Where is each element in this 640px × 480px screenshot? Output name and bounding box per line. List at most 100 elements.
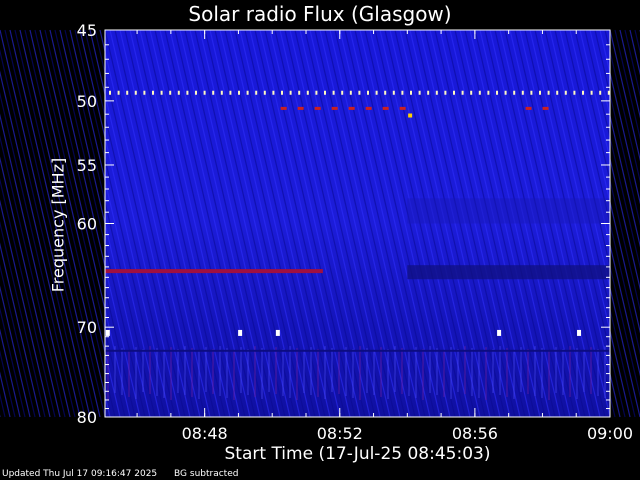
band-segment	[314, 106, 321, 110]
interference-dot	[384, 90, 387, 95]
interference-dot	[547, 90, 550, 95]
interference-dot	[220, 90, 223, 95]
spot-marker	[577, 329, 582, 336]
noise-streak	[24, 29, 116, 418]
interference-dot	[160, 90, 163, 95]
spot-marker	[275, 329, 280, 336]
interference-dot	[427, 90, 430, 95]
interference-dot	[392, 90, 395, 95]
spectrogram-chart: 45505560708008:48 08:52 08:56 09:00	[0, 21, 640, 443]
dim-region	[407, 198, 610, 224]
band-segment	[382, 106, 389, 110]
band-segment	[365, 106, 372, 110]
interference-dot	[315, 90, 318, 95]
interference-dot	[143, 90, 146, 95]
noise-streak	[624, 29, 640, 98]
interference-dot	[117, 90, 120, 95]
interference-dot	[332, 90, 335, 95]
noise-streak	[0, 48, 86, 418]
x-tick-label: 09:00	[587, 424, 633, 443]
interference-dot	[289, 90, 292, 95]
interference-dot	[418, 90, 421, 95]
interference-dot	[195, 90, 197, 95]
spot-marker	[497, 329, 502, 336]
interference-dot	[109, 90, 111, 95]
band-segment	[348, 106, 355, 110]
interference-dot	[298, 90, 301, 95]
interference-dot	[444, 90, 447, 95]
band-segment	[331, 106, 338, 110]
interference-dot	[341, 90, 344, 95]
background-note: BG subtracted	[174, 469, 239, 479]
interference-dot	[530, 90, 533, 95]
interference-dot	[238, 90, 240, 95]
noise-streak	[0, 349, 16, 418]
interference-dot	[177, 90, 180, 95]
noise-streak	[0, 392, 6, 418]
band-segment	[542, 106, 549, 110]
y-axis-label: Frequency [MHz]	[48, 157, 68, 293]
interference-dot	[229, 90, 232, 95]
interference-dot	[487, 90, 490, 95]
interference-dot	[453, 90, 455, 95]
interference-dot	[281, 90, 283, 95]
interference-dot	[410, 90, 412, 95]
interference-dot	[349, 90, 352, 95]
interference-dot	[126, 90, 129, 95]
interference-dot	[599, 90, 602, 95]
interference-dot	[367, 90, 369, 95]
interference-dot	[590, 90, 593, 95]
band-segment	[399, 106, 406, 110]
band-segment	[525, 106, 532, 110]
interference-dot	[470, 90, 473, 95]
y-tick-label: 70	[77, 318, 97, 337]
interference-dot	[203, 90, 206, 95]
interference-dot	[152, 90, 154, 95]
band-segment	[280, 106, 287, 110]
interference-dot	[478, 90, 481, 95]
x-tick-label: 08:56	[452, 424, 498, 443]
y-tick-label: 60	[77, 215, 97, 234]
band-separator	[105, 349, 610, 352]
interference-dot	[255, 90, 258, 95]
dim-band	[407, 265, 610, 280]
yellow-spot	[408, 113, 413, 118]
interference-dot	[539, 90, 541, 95]
interference-dot	[306, 90, 309, 95]
interference-dot	[272, 90, 275, 95]
spot-marker	[238, 329, 243, 336]
interference-dot	[513, 90, 516, 95]
interference-dot	[212, 90, 215, 95]
interference-dot	[504, 90, 507, 95]
x-tick-label: 08:48	[182, 424, 228, 443]
band-segment	[297, 106, 304, 110]
interference-dot	[246, 90, 249, 95]
interference-dot	[582, 90, 584, 95]
interference-dot	[169, 90, 172, 95]
interference-dot	[573, 90, 576, 95]
interference-dot	[375, 90, 378, 95]
y-tick-label: 50	[77, 92, 97, 111]
interference-dot	[521, 90, 524, 95]
interference-dot	[324, 90, 326, 95]
interference-dot	[186, 90, 189, 95]
interference-dot	[564, 90, 567, 95]
x-axis-label: Start Time (17-Jul-25 08:45:03)	[224, 444, 491, 464]
interference-dot	[134, 90, 137, 95]
spot-marker	[105, 329, 110, 336]
y-tick-label: 55	[77, 156, 97, 175]
x-tick-label: 08:52	[317, 424, 363, 443]
interference-dot	[496, 90, 498, 95]
continuous-band	[105, 269, 323, 274]
chart-title: Solar radio Flux (Glasgow)	[188, 2, 452, 26]
interference-dot	[556, 90, 559, 95]
interference-dot	[358, 90, 361, 95]
interference-dot	[435, 90, 438, 95]
updated-timestamp: Updated Thu Jul 17 09:16:47 2025	[2, 469, 158, 479]
interference-dot	[461, 90, 464, 95]
noise-streak	[634, 29, 640, 55]
interference-dot	[401, 90, 404, 95]
interference-dot	[263, 90, 266, 95]
footer: Updated Thu Jul 17 09:16:47 2025 BG subt…	[2, 469, 252, 479]
y-tick-label: 80	[77, 408, 97, 427]
